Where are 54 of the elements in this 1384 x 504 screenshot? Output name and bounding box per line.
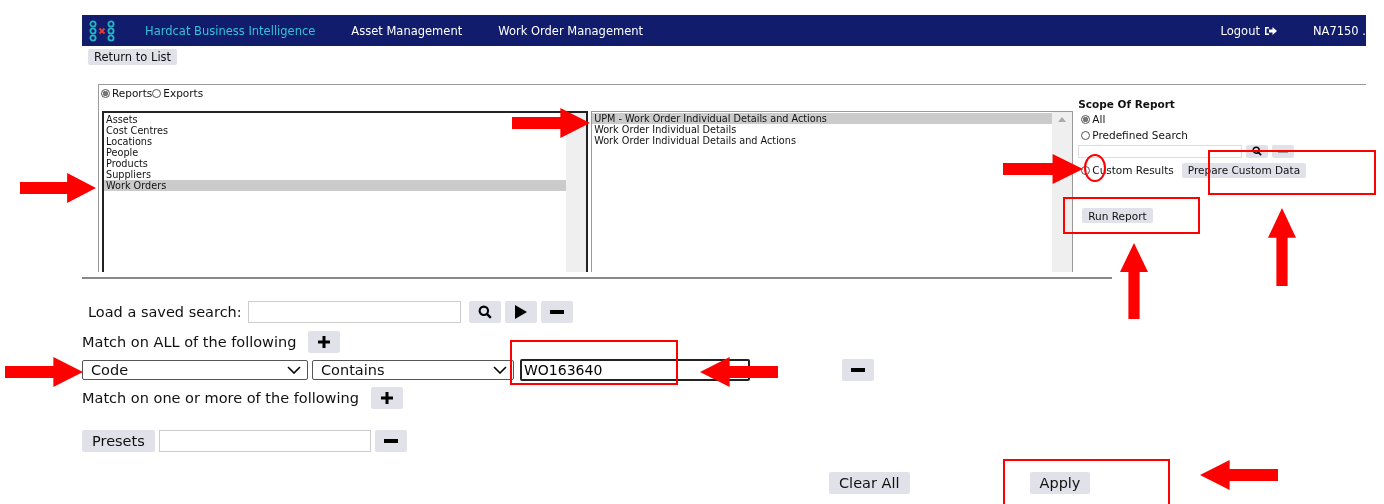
add-button[interactable] [308,331,341,353]
saved-search-field[interactable] [247,301,461,323]
field-select[interactable]: Code [82,360,308,380]
user-name[interactable]: NA7150 . [1312,23,1366,38]
category-item[interactable]: Products [104,158,148,169]
mode-radio[interactable]: Exports [152,87,204,99]
remove-button[interactable] [374,430,407,452]
search-field[interactable] [1078,144,1243,158]
minus-icon [383,439,398,443]
search-icon [477,305,492,319]
plus-icon [380,392,393,404]
play-button[interactable] [504,301,537,323]
category-item[interactable]: Cost Centres [104,125,169,136]
report-item[interactable]: UPM - Work Order Individual Details and Actions [592,113,1053,124]
play-icon [514,305,527,319]
logo-icon [89,19,115,42]
category-item[interactable]: Assets [104,114,138,125]
logout-icon [1263,25,1277,36]
nav-link[interactable]: Work Order Management [498,23,644,38]
remove-button[interactable] [842,359,874,381]
add-button[interactable] [370,387,403,409]
category-list[interactable]: Assets Cost Centres Locations People Products Suppliers Work Orders [102,111,589,272]
return-to-list-button[interactable]: Return to List [88,49,178,65]
saved-search-label: Load a saved search: [88,304,242,320]
presets-field[interactable] [158,430,371,452]
logout-link[interactable]: Logout [1220,23,1277,38]
action-button[interactable]: Clear All [829,472,910,494]
minus-icon [851,368,865,372]
operator-select[interactable]: Contains [312,360,514,380]
plus-icon [318,336,331,348]
action-button[interactable]: Apply [1029,472,1091,494]
scope-title: Scope Of Report [1078,98,1176,110]
scope-radio[interactable]: All [1081,113,1106,125]
category-item[interactable]: Locations [104,136,153,147]
search-button[interactable] [468,301,501,323]
run-report-button[interactable]: Run Report [1082,208,1153,223]
presets-button[interactable]: Presets [82,430,155,452]
chevron-down-icon [287,366,301,374]
match-all-label: Match on ALL of the following [82,334,297,350]
report-list[interactable]: UPM - Work Order Individual Details and Actions Work Order Individual Details Work Order Individual Details and Actions [591,111,1074,272]
remove-button[interactable] [540,301,573,323]
app-title[interactable]: Hardcat Business Intelligence [145,23,316,38]
report-item[interactable]: Work Order Individual Details [592,124,737,135]
mode-radio[interactable]: Reports [101,87,153,99]
category-item[interactable]: Work Orders [104,180,567,191]
category-item[interactable]: Suppliers [104,169,151,180]
nav-link[interactable]: Asset Management [351,23,463,38]
category-item[interactable]: People [104,147,139,158]
chevron-down-icon [493,366,507,374]
match-any-label: Match on one or more of the following [82,390,359,406]
report-item[interactable]: Work Order Individual Details and Actions [592,135,796,146]
search-icon [1252,146,1263,156]
minus-icon [549,310,564,314]
scope-radio[interactable]: Predefined Search [1081,129,1188,141]
